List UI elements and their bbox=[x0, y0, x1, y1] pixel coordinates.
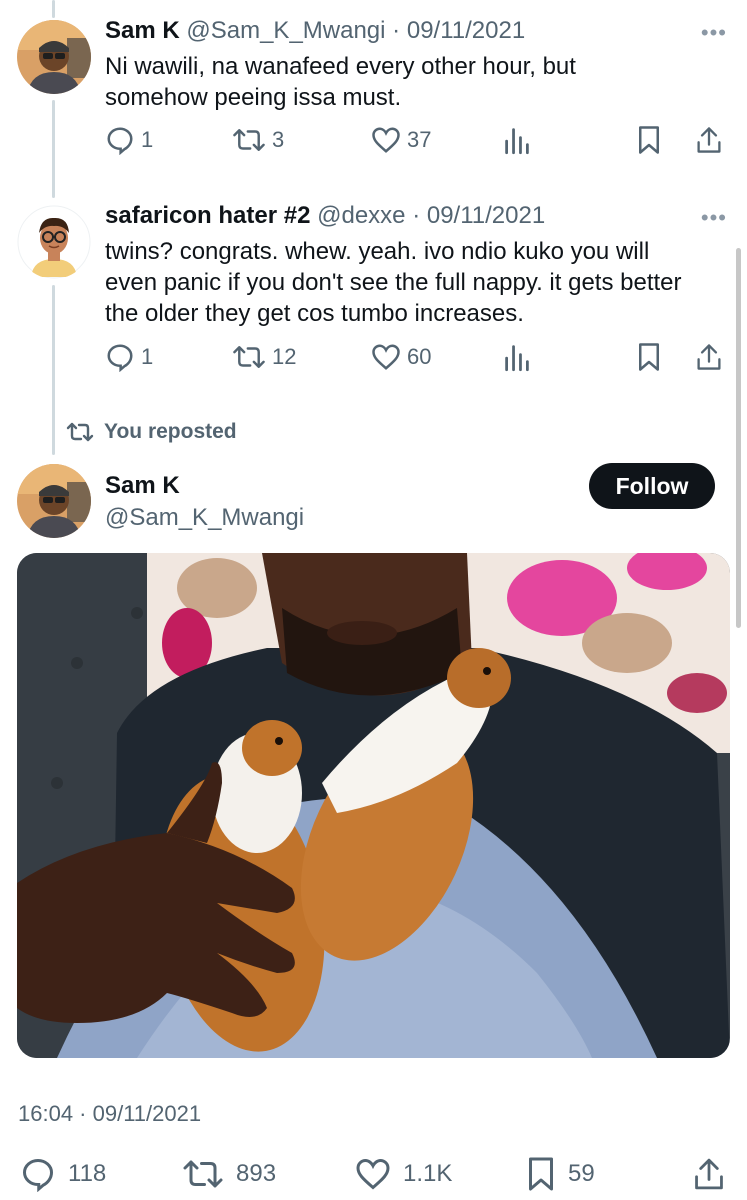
repost-button[interactable]: 3 bbox=[232, 125, 284, 155]
like-button[interactable]: 60 bbox=[371, 342, 431, 372]
like-count: 37 bbox=[407, 127, 432, 152]
cartoon-avatar bbox=[17, 205, 91, 279]
repost-count: 893 bbox=[236, 1160, 277, 1187]
tweet-actions: 1 12 60 bbox=[105, 342, 725, 382]
share-icon bbox=[697, 344, 721, 370]
bookmark-icon bbox=[639, 343, 659, 371]
avatar[interactable] bbox=[17, 20, 91, 94]
like-icon bbox=[372, 127, 400, 153]
avatar[interactable] bbox=[17, 464, 91, 538]
share-icon bbox=[697, 127, 721, 153]
reply-icon bbox=[107, 344, 133, 372]
tweet-date[interactable]: 09/11/2021 bbox=[427, 202, 545, 229]
repost-icon bbox=[183, 1160, 223, 1188]
repost-button[interactable]: 12 bbox=[232, 342, 296, 372]
tweet-text: Ni wawili, na wanafeed every other hour,… bbox=[105, 53, 576, 111]
views-button[interactable] bbox=[503, 125, 531, 155]
thread-line-1 bbox=[52, 100, 55, 198]
reply-icon bbox=[22, 1158, 54, 1192]
repost-count: 3 bbox=[272, 127, 285, 152]
avatar[interactable] bbox=[17, 205, 91, 279]
bookmark-icon bbox=[529, 1157, 553, 1191]
scrollbar[interactable] bbox=[736, 248, 741, 628]
tweet-date[interactable]: 09/11/2021 bbox=[407, 17, 525, 44]
views-button[interactable] bbox=[503, 342, 531, 372]
repost-note: You reposted bbox=[66, 420, 237, 444]
author-name[interactable]: safaricon hater #2 bbox=[105, 202, 310, 229]
thread-line-top bbox=[52, 0, 55, 18]
reply-button[interactable]: 118 bbox=[20, 1156, 106, 1192]
thread-line-2 bbox=[52, 285, 55, 455]
share-button[interactable] bbox=[695, 125, 723, 155]
repost-icon bbox=[233, 129, 265, 151]
bookmark-icon bbox=[639, 126, 659, 154]
tweet-header: safaricon hater #2 @dexxe · 09/11/2021 bbox=[105, 201, 545, 231]
repost-button[interactable]: 893 bbox=[182, 1156, 276, 1192]
like-icon bbox=[372, 344, 400, 370]
tweet-timestamp[interactable]: 16:04 · 09/11/2021 bbox=[18, 1101, 201, 1127]
reply-icon bbox=[107, 127, 133, 155]
bookmark-button[interactable]: 59 bbox=[526, 1156, 595, 1192]
bookmark-button[interactable] bbox=[636, 125, 662, 155]
dot-separator: · bbox=[412, 202, 421, 229]
like-icon bbox=[356, 1158, 390, 1190]
tweet-text: twins? congrats. whew. yeah. ivo ndio ku… bbox=[105, 238, 682, 327]
repost-icon bbox=[66, 422, 94, 442]
reply-count: 1 bbox=[141, 344, 154, 369]
dot-separator: · bbox=[392, 17, 401, 44]
author-handle[interactable]: @Sam_K_Mwangi bbox=[186, 17, 385, 44]
like-count: 1.1K bbox=[403, 1160, 453, 1187]
like-count: 60 bbox=[407, 344, 432, 369]
author-handle[interactable]: @dexxe bbox=[317, 202, 405, 229]
main-tweet-actions: 118 893 1.1K 59 bbox=[0, 1156, 747, 1200]
share-button[interactable] bbox=[695, 342, 723, 372]
man-with-sunglasses-avatar bbox=[17, 20, 91, 94]
author-name[interactable]: Sam K bbox=[105, 472, 180, 499]
share-icon bbox=[695, 1158, 723, 1190]
views-icon bbox=[505, 345, 529, 372]
repost-icon bbox=[233, 346, 265, 368]
like-button[interactable]: 1.1K bbox=[355, 1156, 452, 1192]
views-icon bbox=[505, 128, 529, 155]
author-name[interactable]: Sam K bbox=[105, 17, 180, 44]
man-holding-two-guinea-pigs-photo bbox=[17, 553, 730, 1058]
main.photo_subject[interactable] bbox=[17, 553, 730, 1058]
reply-button[interactable]: 1 bbox=[105, 125, 153, 155]
main-author-name[interactable]: Sam K bbox=[105, 471, 180, 501]
follow-button[interactable]: Follow bbox=[589, 463, 715, 509]
reply-count: 1 bbox=[141, 127, 154, 152]
tweet-header: Sam K @Sam_K_Mwangi · 09/11/2021 bbox=[105, 16, 525, 46]
repost-count: 12 bbox=[272, 344, 297, 369]
repost-note-text: You reposted bbox=[104, 420, 237, 443]
reply-count: 118 bbox=[68, 1160, 107, 1187]
man-with-sunglasses-avatar bbox=[17, 464, 91, 538]
main-author-handle[interactable]: @Sam_K_Mwangi bbox=[105, 503, 304, 533]
like-button[interactable]: 37 bbox=[371, 125, 431, 155]
more-icon[interactable]: ••• bbox=[701, 20, 727, 46]
author-handle[interactable]: @Sam_K_Mwangi bbox=[105, 504, 304, 531]
more-icon[interactable]: ••• bbox=[701, 205, 727, 231]
tweet-actions: 1 3 37 bbox=[105, 125, 725, 165]
share-button[interactable] bbox=[692, 1156, 726, 1192]
bookmark-count: 59 bbox=[568, 1160, 595, 1187]
reply-button[interactable]: 1 bbox=[105, 342, 153, 372]
bookmark-button[interactable] bbox=[636, 342, 662, 372]
